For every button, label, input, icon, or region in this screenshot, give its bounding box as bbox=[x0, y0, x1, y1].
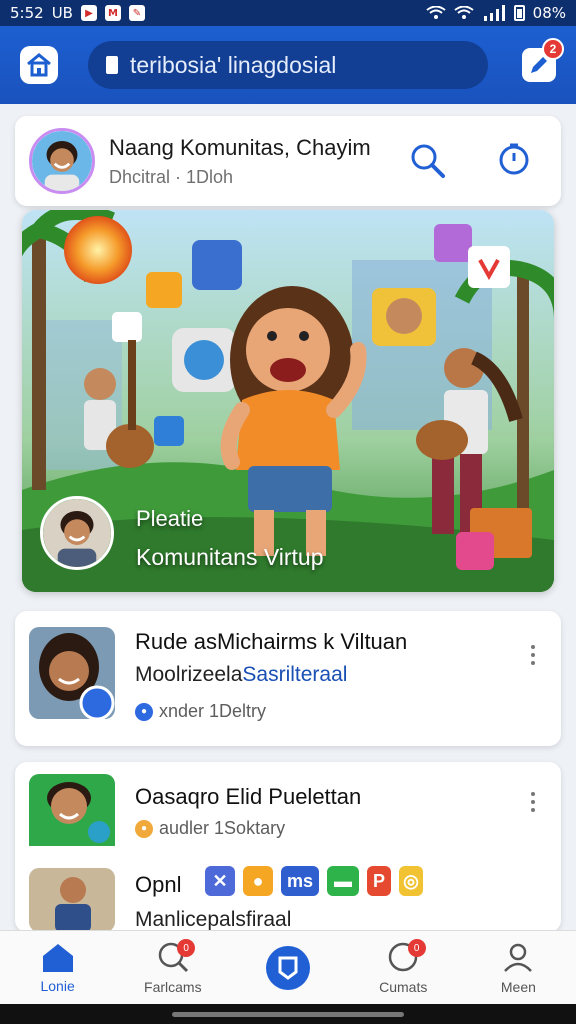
chat-app-icon: ▬ bbox=[327, 866, 360, 896]
app-icon: ◎ bbox=[399, 866, 424, 896]
search-text: teribosia' linagdosial bbox=[130, 51, 337, 78]
post-subtitle-text: Moolrizeela bbox=[135, 663, 243, 686]
nav-label: Cumats bbox=[379, 978, 428, 995]
battery-icon bbox=[513, 5, 525, 21]
post-title: Oasaqro Elid Puelettan bbox=[135, 784, 362, 809]
lock-icon bbox=[106, 56, 118, 74]
signal-icon bbox=[483, 5, 505, 21]
user-icon: ● bbox=[135, 702, 153, 721]
nav-label: Farlcams bbox=[144, 978, 202, 995]
post-thumbnail bbox=[29, 627, 115, 719]
post-meta: ● audler 1Soktary bbox=[135, 818, 285, 839]
app-badge-ms: ms bbox=[281, 866, 320, 896]
app-badge-p: P bbox=[367, 866, 392, 896]
home-icon bbox=[27, 53, 51, 77]
wifi-icon bbox=[454, 6, 474, 19]
post-thumbnail bbox=[29, 774, 115, 866]
notifications-button[interactable]: 2 bbox=[522, 38, 564, 82]
nav-profile[interactable]: Meen bbox=[461, 931, 576, 1004]
profile-icon bbox=[504, 943, 533, 972]
status-bar: 5:52 UB ▶ M ✎ 08% bbox=[0, 0, 576, 26]
home-button[interactable] bbox=[20, 46, 58, 84]
nav-search[interactable]: 0 Farlcams bbox=[115, 931, 230, 1004]
app-icon: ● bbox=[243, 866, 273, 896]
avatar[interactable] bbox=[29, 128, 95, 194]
banner-title: Pleatie bbox=[136, 506, 204, 531]
banner-subtitle: Komunitans Virtup bbox=[136, 544, 324, 570]
battery-level: 08% bbox=[532, 4, 566, 22]
profile-meta: Dhcitral · 1Dloh bbox=[109, 166, 234, 187]
nav-label: Meen bbox=[500, 978, 536, 995]
search-icon[interactable] bbox=[409, 142, 447, 180]
profile-card[interactable]: Naang Komunitas, Chayim Dhcitral · 1Dloh bbox=[15, 116, 561, 206]
post-title: Rude asMichairms k Viltuan bbox=[135, 629, 408, 654]
post-subtitle: MoolrizeelaSasrilteraal bbox=[135, 663, 347, 687]
status-carrier: UB bbox=[51, 4, 73, 22]
post-card[interactable]: Rude asMichairms k Viltuan MoolrizeelaSa… bbox=[15, 611, 561, 746]
bottom-navigation: Lonie 0 Farlcams 0 Cumats Meen bbox=[0, 930, 576, 1004]
nav-badge: 0 bbox=[407, 939, 426, 957]
post-meta-text: audler 1Soktary bbox=[159, 818, 286, 838]
nav-home[interactable]: Lonie bbox=[0, 931, 115, 1004]
app-header: teribosia' linagdosial 2 bbox=[0, 26, 576, 104]
flag-icon bbox=[266, 945, 310, 990]
youtube-notification-icon: ▶ bbox=[80, 5, 97, 21]
post-subtitle-accent: Sasrilteraal bbox=[242, 663, 348, 686]
more-options-icon[interactable] bbox=[529, 792, 537, 812]
post-second-title: Opnl bbox=[135, 872, 182, 897]
post-meta: ● xnder 1Deltry bbox=[135, 701, 266, 722]
user-icon: ● bbox=[135, 819, 153, 838]
gmail-notification-icon: M bbox=[104, 5, 121, 21]
post-second-subtitle: Manlicepalsfiraal bbox=[135, 908, 292, 931]
nav-chats[interactable]: 0 Cumats bbox=[346, 931, 461, 1004]
avatar-image bbox=[43, 499, 111, 567]
notification-badge: 2 bbox=[542, 38, 564, 60]
app-badges: ✕ ● ms ▬ P ◎ bbox=[205, 866, 424, 896]
more-options-icon[interactable] bbox=[529, 645, 537, 665]
avatar-image bbox=[32, 131, 92, 191]
post-thumbnail bbox=[29, 868, 115, 932]
nav-badge: 0 bbox=[177, 939, 196, 957]
nav-center-action[interactable] bbox=[230, 931, 345, 1004]
timer-icon[interactable] bbox=[497, 142, 531, 176]
banner-avatar[interactable] bbox=[40, 496, 114, 570]
app-icon: ✕ bbox=[205, 866, 235, 896]
post-meta-text: xnder 1Deltry bbox=[159, 701, 267, 721]
nav-label: Lonie bbox=[40, 977, 75, 994]
wifi-icon bbox=[426, 6, 446, 19]
home-icon bbox=[42, 943, 73, 972]
profile-name: Naang Komunitas, Chayim bbox=[109, 134, 371, 160]
status-time: 5:52 bbox=[10, 4, 44, 22]
featured-banner[interactable]: Pleatie Komunitans Virtup bbox=[22, 210, 554, 592]
app-notification-icon: ✎ bbox=[128, 5, 145, 21]
home-indicator[interactable] bbox=[0, 1004, 576, 1024]
search-input[interactable]: teribosia' linagdosial bbox=[88, 41, 488, 89]
post-card[interactable]: Oasaqro Elid Puelettan ● audler 1Soktary… bbox=[15, 762, 561, 932]
